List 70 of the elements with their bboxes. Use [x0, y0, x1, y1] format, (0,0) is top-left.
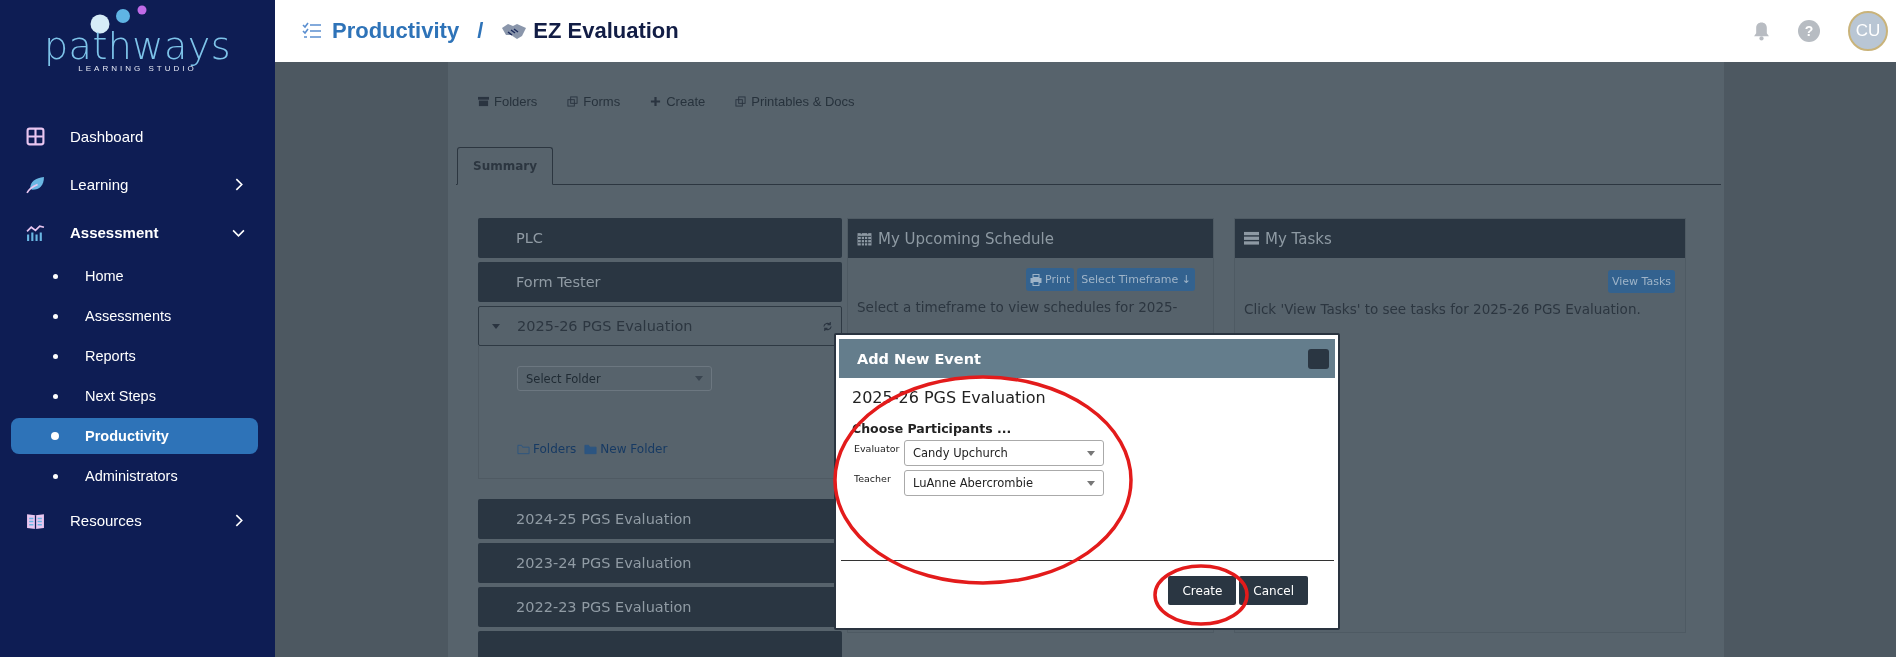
grid-icon — [26, 126, 45, 146]
bullet-icon — [53, 353, 58, 359]
nav-item[interactable]: Dashboard — [0, 112, 275, 160]
folder-icon — [584, 443, 598, 455]
sub-nav-label: Administrators — [85, 468, 178, 484]
schedule-button[interactable]: Print — [1026, 268, 1075, 291]
bullet-icon — [53, 273, 58, 279]
copy-icon — [735, 95, 747, 107]
evaluation-title: 2024-25 PGS Evaluation — [516, 511, 693, 527]
bullet-icon — [53, 313, 58, 319]
nav-label: Resources — [70, 511, 143, 529]
nav-item[interactable]: Resources — [0, 496, 275, 544]
page-title: EZ Evaluation — [533, 18, 679, 44]
caret-down-icon — [492, 323, 500, 329]
evaluation-title: Form Tester — [516, 274, 602, 290]
evaluation-title: 2023-24 PGS Evaluation — [516, 555, 693, 571]
nav-item[interactable]: Assessment — [0, 208, 275, 256]
folder-select[interactable]: Select Folder — [517, 366, 712, 391]
nav-label: Learning — [70, 175, 130, 193]
sync-icon[interactable] — [822, 320, 833, 332]
sub-nav-item[interactable]: Administrators — [11, 458, 258, 494]
checklist-icon — [302, 22, 322, 40]
sub-nav-label: Next Steps — [85, 388, 156, 404]
nav-label: Assessment — [70, 223, 160, 241]
breadcrumb-link[interactable]: Productivity — [332, 18, 460, 44]
view-tasks-button[interactable]: View Tasks — [1607, 270, 1675, 293]
nav-item[interactable]: Learning — [0, 160, 275, 208]
close-button[interactable] — [1308, 348, 1329, 369]
sub-nav-label: Productivity — [85, 428, 169, 444]
notification-bell-icon[interactable] — [1753, 21, 1770, 41]
field-label: Teacher — [854, 472, 892, 484]
participant-select[interactable]: LuAnne Abercrombie — [904, 470, 1104, 496]
card-title: My Upcoming Schedule — [878, 229, 1054, 248]
bullet-icon — [51, 432, 59, 440]
bullet-icon — [53, 473, 58, 479]
sub-nav-item[interactable]: Home — [11, 258, 258, 294]
participant-select[interactable]: Candy Upchurch — [904, 440, 1104, 466]
sub-nav-item[interactable]: Assessments — [11, 298, 258, 334]
calendar-icon — [857, 231, 872, 246]
bullet-icon — [53, 393, 58, 399]
breadcrumb-separator: / — [477, 18, 484, 44]
field-label: Evaluator — [854, 442, 901, 454]
list-icon — [1244, 231, 1259, 246]
caret-down-icon — [1087, 480, 1095, 486]
sub-nav-item[interactable]: Productivity — [11, 418, 258, 454]
caret-down-icon — [695, 376, 703, 381]
sub-nav-item[interactable]: Next Steps — [11, 378, 258, 414]
nav-label: Dashboard — [70, 127, 145, 145]
evaluation-bar[interactable]: PLC — [478, 218, 842, 258]
folder-outline-icon — [517, 443, 530, 455]
plus-icon — [650, 95, 662, 107]
sub-nav-item[interactable]: Reports — [11, 338, 258, 374]
caret-down-icon — [1087, 450, 1095, 456]
evaluation-bar[interactable]: Form Tester — [478, 262, 842, 302]
cancel-button[interactable]: Cancel — [1239, 576, 1308, 605]
evaluation-title: PLC — [516, 230, 544, 246]
chart-icon — [26, 222, 45, 242]
leaf-icon — [26, 174, 45, 194]
printer-icon — [1030, 273, 1042, 286]
create-button[interactable]: Create — [1168, 576, 1237, 605]
modal-title: Add New Event — [857, 350, 982, 367]
sub-nav-label: Reports — [85, 348, 136, 364]
sub-nav-label: Home — [85, 268, 124, 284]
schedule-button[interactable]: Select Timeframe ↓ — [1077, 268, 1195, 291]
handshake-icon — [501, 22, 528, 40]
evaluation-title: 2022-23 PGS Evaluation — [516, 599, 693, 615]
sub-nav-label: Assessments — [85, 308, 172, 324]
card-title: My Tasks — [1265, 229, 1332, 248]
archive-icon — [478, 95, 489, 107]
copy-icon — [567, 95, 579, 107]
